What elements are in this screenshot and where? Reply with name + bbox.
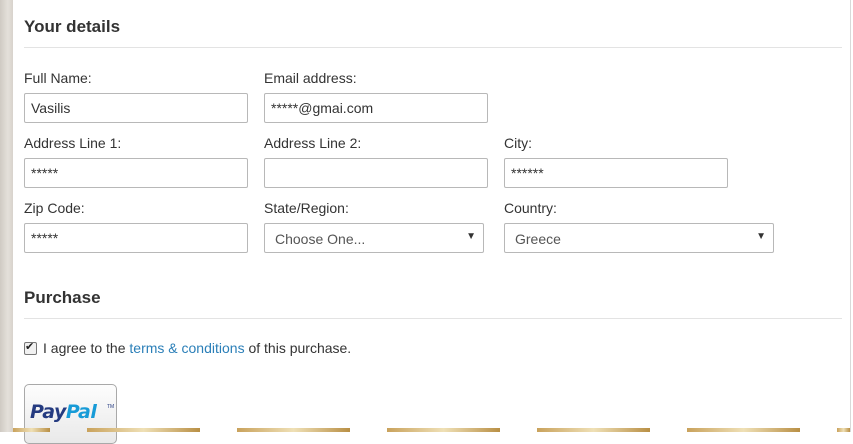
page-edge-strip bbox=[0, 0, 13, 432]
decorative-gold-bar bbox=[237, 428, 350, 432]
address-line-1-input[interactable] bbox=[24, 158, 248, 188]
decorative-gold-bar bbox=[13, 428, 50, 432]
country-value: Greece bbox=[515, 231, 561, 247]
purchase-heading: Purchase bbox=[24, 288, 101, 307]
address-line-2-label: Address Line 2: bbox=[264, 135, 362, 151]
checkmark-icon: ✔ bbox=[25, 341, 35, 353]
paypal-trademark: TM bbox=[107, 404, 115, 410]
decorative-gold-bar bbox=[87, 428, 200, 432]
state-region-select[interactable]: Choose One... ▼ bbox=[264, 223, 484, 253]
purchase-divider bbox=[24, 318, 842, 319]
decorative-gold-bar bbox=[837, 428, 850, 432]
paypal-pal-text: Pal bbox=[65, 401, 97, 423]
decorative-gold-bar bbox=[387, 428, 500, 432]
email-input[interactable] bbox=[264, 93, 488, 123]
chevron-down-icon: ▼ bbox=[466, 231, 476, 242]
state-region-value: Choose One... bbox=[275, 231, 366, 247]
country-select[interactable]: Greece ▼ bbox=[504, 223, 774, 253]
decorative-gold-bar bbox=[687, 428, 800, 432]
address-line-1-label: Address Line 1: bbox=[24, 135, 122, 151]
city-input[interactable] bbox=[504, 158, 728, 188]
agree-suffix: of this purchase. bbox=[248, 340, 352, 356]
full-name-input[interactable] bbox=[24, 93, 248, 123]
agree-prefix: I agree to the bbox=[43, 340, 126, 356]
terms-conditions-link[interactable]: terms & conditions bbox=[129, 340, 244, 356]
paypal-pay-text: Pay bbox=[30, 401, 66, 423]
zip-code-input[interactable] bbox=[24, 223, 248, 253]
chevron-down-icon: ▼ bbox=[756, 231, 766, 242]
city-label: City: bbox=[504, 135, 532, 151]
agree-row: ✔ I agree to the terms & conditions of th… bbox=[24, 340, 351, 356]
email-label: Email address: bbox=[264, 70, 357, 86]
state-region-label: State/Region: bbox=[264, 200, 349, 216]
address-line-2-input[interactable] bbox=[264, 158, 488, 188]
zip-code-label: Zip Code: bbox=[24, 200, 85, 216]
content-border bbox=[850, 0, 851, 432]
agree-checkbox[interactable]: ✔ bbox=[24, 341, 37, 355]
country-label: Country: bbox=[504, 200, 557, 216]
paypal-logo: PayPal bbox=[30, 401, 97, 423]
decorative-gold-bar bbox=[537, 428, 650, 432]
your-details-heading: Your details bbox=[24, 17, 121, 36]
full-name-label: Full Name: bbox=[24, 70, 92, 86]
paypal-button[interactable]: PayPal TM bbox=[24, 384, 117, 444]
details-divider bbox=[24, 47, 842, 48]
